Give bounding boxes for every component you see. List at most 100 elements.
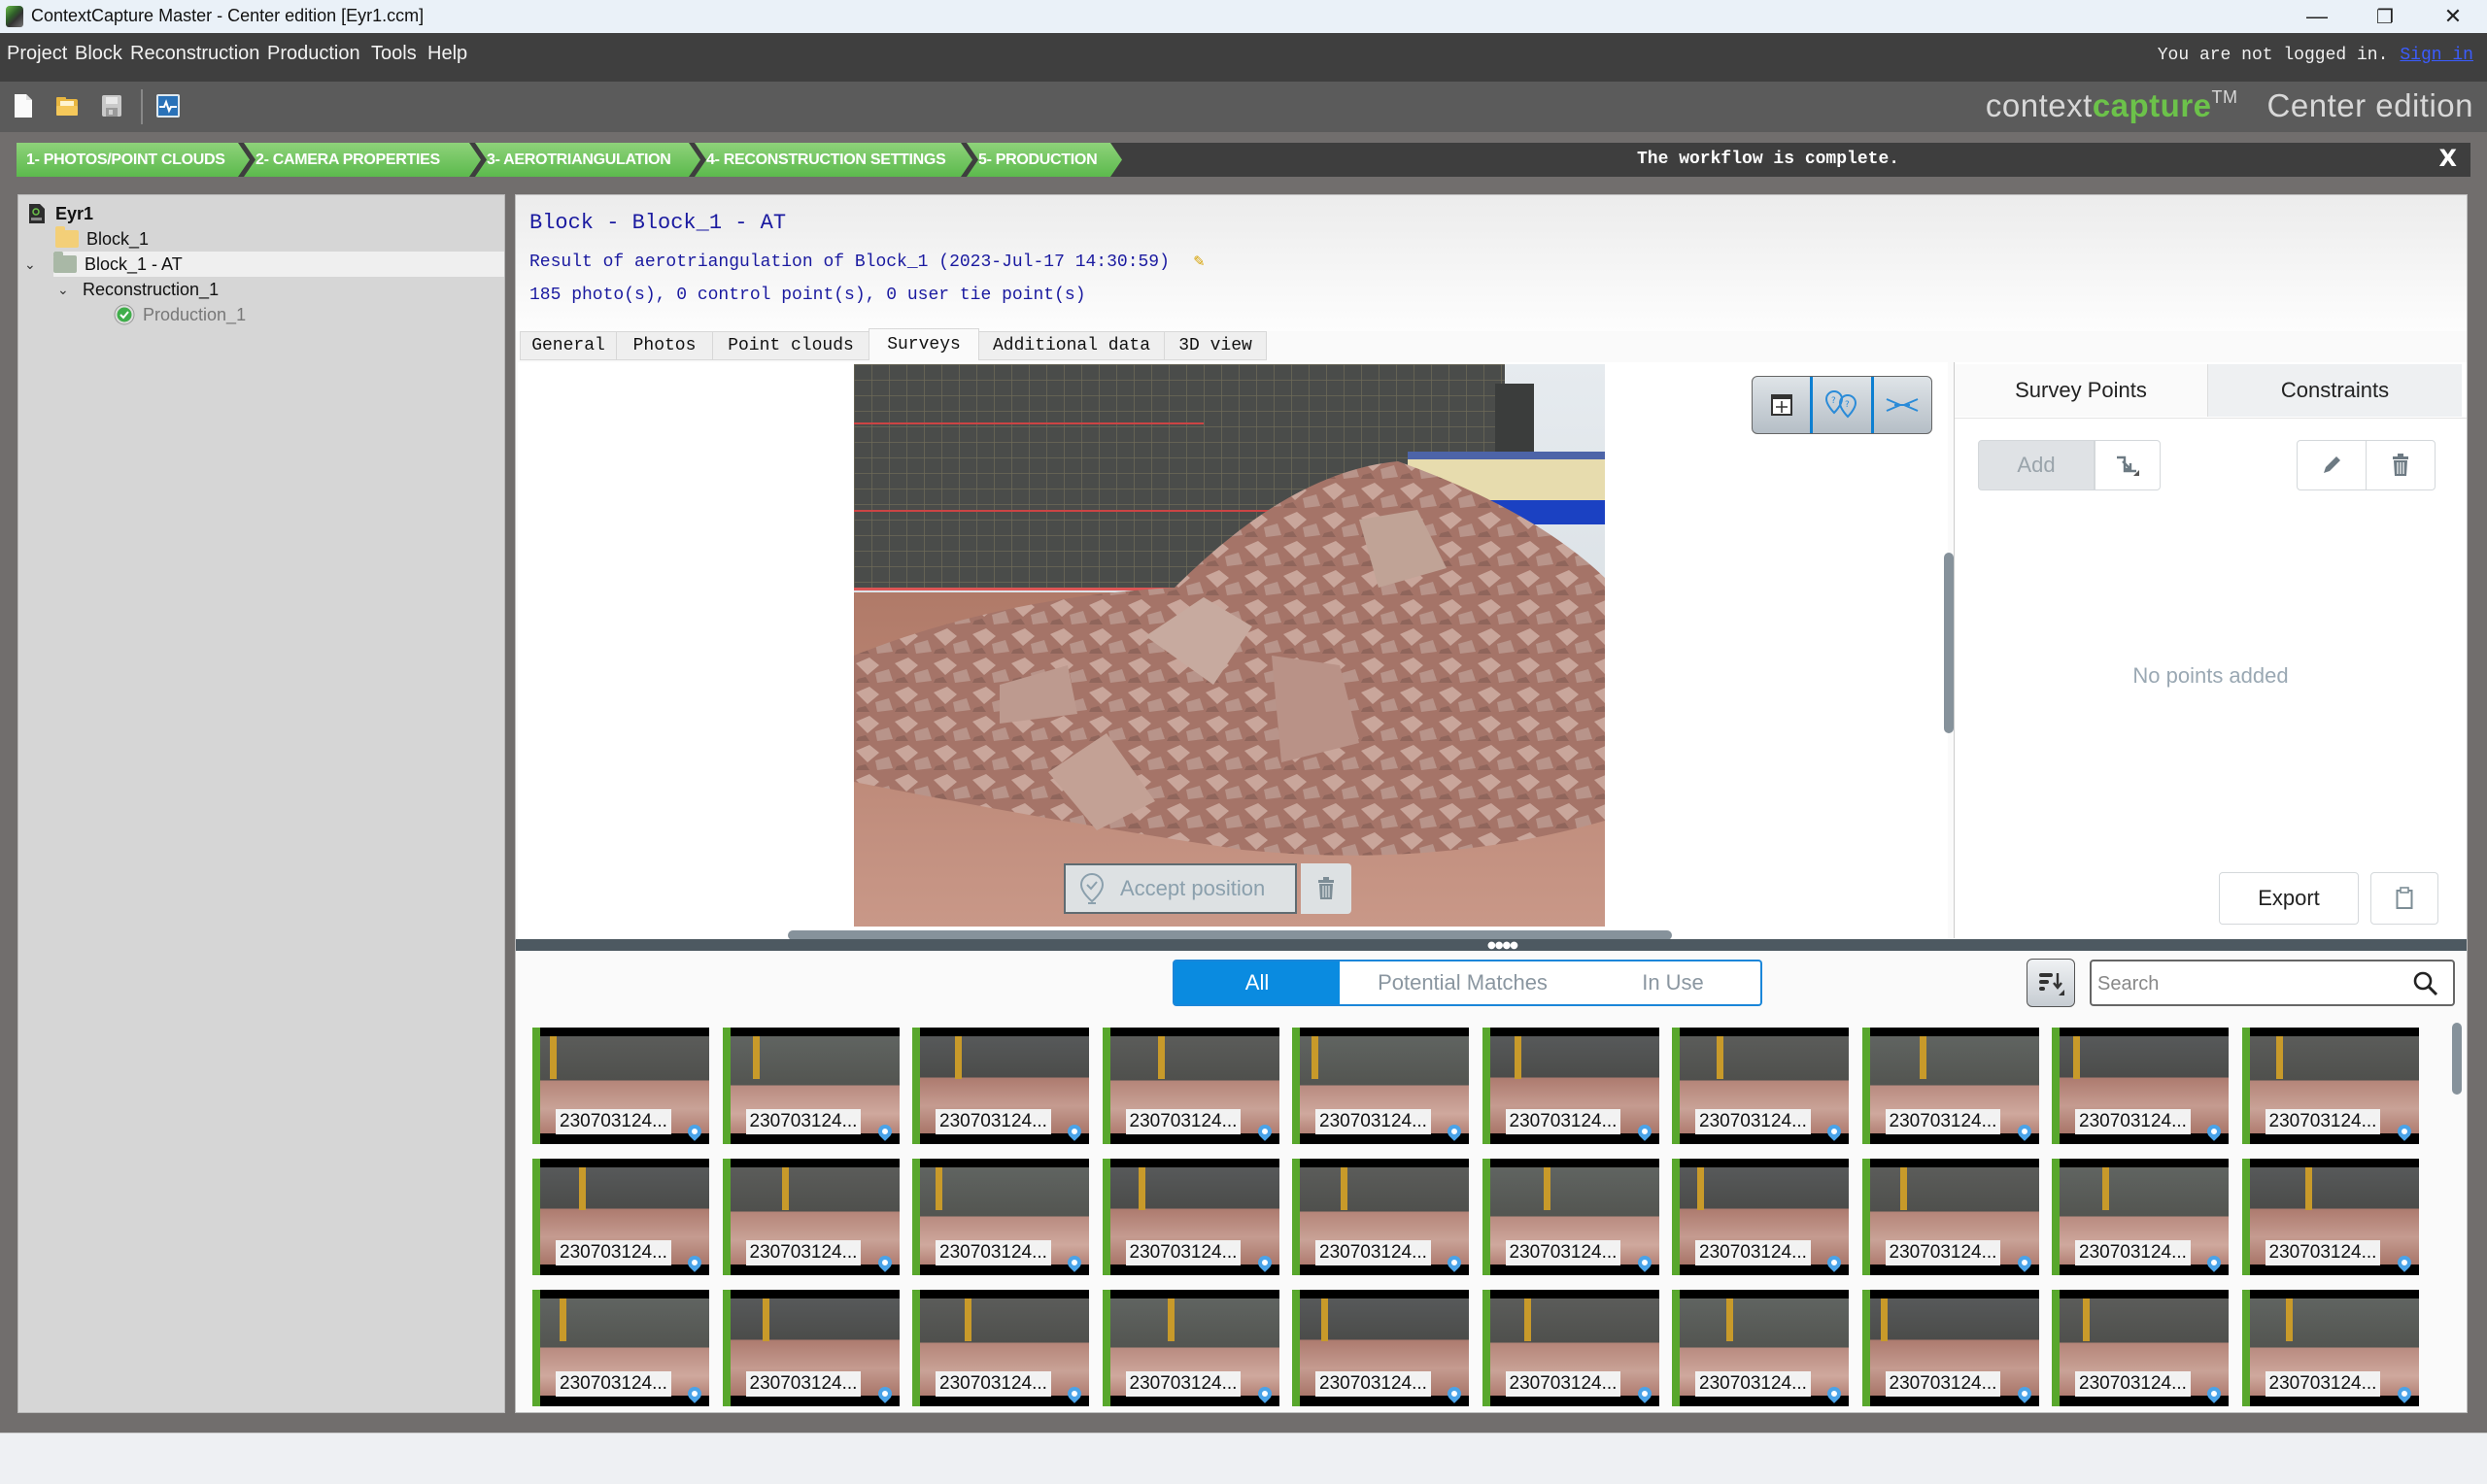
workflow-close-button[interactable]: X [2438, 145, 2457, 172]
workflow-step-aerotriangulation[interactable]: 3- AEROTRIANGULATION [475, 143, 700, 177]
tie-point-icon[interactable] [1874, 377, 1931, 433]
photo-thumbnail[interactable]: 230703124... [2052, 1290, 2229, 1406]
photo-thumbnail[interactable]: 230703124... [1102, 1028, 1279, 1144]
edit-survey-point-button[interactable] [2297, 440, 2367, 490]
thumbnail-crane-detail [1726, 1298, 1733, 1341]
photo-thumbnail[interactable]: 230703124... [1102, 1290, 1279, 1406]
menu-block[interactable]: Block [75, 43, 122, 65]
photo-thumbnail[interactable]: 230703124... [532, 1159, 709, 1275]
photo-thumbnail[interactable]: 230703124... [2241, 1290, 2419, 1406]
minimize-button[interactable]: — [2283, 0, 2351, 33]
job-monitor-icon[interactable] [155, 93, 181, 120]
tree-item-block-1-at[interactable]: ⌄ Block_1 - AT [24, 252, 504, 277]
tab-point-clouds[interactable]: Point clouds [712, 331, 869, 360]
photo-thumbnail[interactable]: 230703124... [1861, 1290, 2039, 1406]
workflow-step-production[interactable]: 5- PRODUCTION [967, 143, 1122, 177]
tab-constraints[interactable]: Constraints [2207, 364, 2462, 417]
thumbnail-label: 230703124... [936, 1371, 1051, 1397]
photo-thumbnail[interactable]: 230703124... [1672, 1159, 1849, 1275]
delete-survey-point-button[interactable] [2366, 440, 2436, 490]
tree-item-block-1[interactable]: Block_1 [55, 226, 149, 252]
photo-thumbnail[interactable]: 230703124... [912, 1028, 1089, 1144]
trash-icon [2393, 454, 2408, 476]
photo-thumbnail[interactable]: 230703124... [1861, 1159, 2039, 1275]
import-survey-points-button[interactable] [2095, 440, 2161, 490]
new-project-icon[interactable] [14, 93, 39, 120]
tab-additional-data[interactable]: Additional data [978, 331, 1165, 360]
thumbnail-label: 230703124... [1695, 1371, 1811, 1397]
search-icon[interactable] [2412, 970, 2439, 997]
workflow-bar: 1- PHOTOS/POINT CLOUDS 2- CAMERA PROPERT… [17, 143, 2470, 177]
thumbnail-crane-detail [1157, 1036, 1165, 1079]
tab-survey-points[interactable]: Survey Points [1955, 364, 2207, 417]
menu-tools[interactable]: Tools [371, 43, 417, 65]
workflow-step-reconstruction-settings[interactable]: 4- RECONSTRUCTION SETTINGS [695, 143, 972, 177]
tree-item-reconstruction-1[interactable]: ⌄ Reconstruction_1 [57, 277, 219, 302]
export-button[interactable]: Export [2219, 872, 2359, 925]
panel-splitter[interactable]: ●●●● [516, 939, 2467, 951]
menu-production[interactable]: Production [267, 43, 360, 65]
thumbnail-crane-detail [560, 1298, 566, 1341]
photo-thumbnail[interactable]: 230703124... [1292, 1028, 1469, 1144]
photo-thumbnail[interactable]: 230703124... [532, 1290, 709, 1406]
close-button[interactable]: ✕ [2419, 0, 2487, 33]
menu-reconstruction[interactable]: Reconstruction [130, 43, 259, 65]
edit-pencil-icon[interactable]: ✎ [1194, 253, 1205, 272]
photo-thumbnail[interactable]: 230703124... [912, 1159, 1089, 1275]
survey-photo[interactable] [854, 364, 1605, 927]
photo-thumbnail[interactable]: 230703124... [532, 1028, 709, 1144]
photo-thumbnail[interactable]: 230703124... [2052, 1159, 2229, 1275]
filter-potential-matches[interactable]: Potential Matches [1340, 960, 1586, 1006]
workflow-step-photos[interactable]: 1- PHOTOS/POINT CLOUDS [17, 143, 250, 177]
photo-thumbnail[interactable]: 230703124... [2052, 1028, 2229, 1144]
potential-matches-icon[interactable]: ?? [1813, 377, 1874, 433]
photo-thumbnail-grid: 230703124... 230703124... 230703124... 2307… [532, 1028, 2436, 1412]
sort-button[interactable] [2027, 959, 2075, 1007]
sort-icon [2039, 973, 2064, 995]
photo-thumbnail[interactable]: 230703124... [2241, 1028, 2419, 1144]
block-title: Block - Block_1 - AT [529, 211, 787, 235]
photo-viewer[interactable]: ?? Accept position [518, 362, 1954, 940]
tree-item-production-1[interactable]: Production_1 [114, 302, 246, 327]
photo-thumbnail[interactable]: 230703124... [1292, 1159, 1469, 1275]
chevron-down-icon[interactable]: ⌄ [24, 256, 53, 273]
tree-root[interactable]: Eyr1 [28, 201, 93, 226]
workflow-step-camera-properties[interactable]: 2- CAMERA PROPERTIES [244, 143, 481, 177]
menu-help[interactable]: Help [427, 43, 467, 65]
photo-thumbnail[interactable]: 230703124... [912, 1290, 1089, 1406]
svg-text:?: ? [1845, 400, 1850, 410]
fit-view-icon[interactable] [1753, 377, 1814, 433]
save-project-icon[interactable] [101, 93, 126, 120]
tab-general[interactable]: General [520, 331, 617, 360]
photo-thumbnail[interactable]: 230703124... [1482, 1028, 1659, 1144]
clipboard-button[interactable] [2370, 872, 2438, 925]
chevron-down-icon[interactable]: ⌄ [57, 282, 83, 298]
add-survey-point-button[interactable]: Add [1978, 440, 2095, 490]
tab-surveys[interactable]: Surveys [869, 328, 979, 360]
photo-thumbnail[interactable]: 230703124... [1482, 1159, 1659, 1275]
tab-3d-view[interactable]: 3D view [1164, 331, 1267, 360]
accept-position-button[interactable]: Accept position [1064, 863, 1297, 914]
menu-project[interactable]: Project [7, 43, 67, 65]
thumbnail-scrollbar[interactable] [2452, 1023, 2462, 1095]
photo-thumbnail[interactable]: 230703124... [1102, 1159, 1279, 1275]
filter-all[interactable]: All [1173, 960, 1342, 1006]
photo-thumbnail[interactable]: 230703124... [722, 1290, 900, 1406]
search-input[interactable] [2097, 969, 2389, 998]
viewer-vertical-scrollbar[interactable] [1944, 553, 1954, 733]
sign-in-link[interactable]: Sign in [2400, 46, 2473, 65]
delete-position-button[interactable] [1301, 863, 1351, 914]
open-project-icon[interactable] [54, 93, 80, 120]
restore-button[interactable]: ❐ [2351, 0, 2419, 33]
thumbnail-label: 230703124... [1315, 1109, 1431, 1134]
filter-in-use[interactable]: In Use [1585, 960, 1762, 1006]
photo-thumbnail[interactable]: 230703124... [1672, 1028, 1849, 1144]
photo-thumbnail[interactable]: 230703124... [722, 1159, 900, 1275]
photo-thumbnail[interactable]: 230703124... [1861, 1028, 2039, 1144]
photo-thumbnail[interactable]: 230703124... [1672, 1290, 1849, 1406]
photo-thumbnail[interactable]: 230703124... [1292, 1290, 1469, 1406]
photo-thumbnail[interactable]: 230703124... [1482, 1290, 1659, 1406]
tab-photos[interactable]: Photos [616, 331, 713, 360]
photo-thumbnail[interactable]: 230703124... [2241, 1159, 2419, 1275]
photo-thumbnail[interactable]: 230703124... [722, 1028, 900, 1144]
